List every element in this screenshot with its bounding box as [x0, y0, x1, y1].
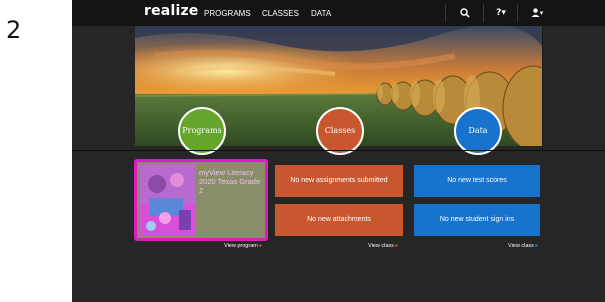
- view-program-label: View program: [224, 243, 258, 249]
- view-class-label: View class: [368, 243, 394, 249]
- nav-divider: [483, 4, 484, 22]
- nav-divider: [517, 4, 518, 22]
- tile-no-new-sign-ins[interactable]: No new student sign ins: [414, 204, 540, 236]
- nav-divider: [445, 4, 446, 22]
- chevron-right-icon: ▸: [395, 243, 399, 249]
- program-card-myview-literacy[interactable]: myView Literacy 2020 Texas Grade 2: [134, 159, 268, 241]
- tile-no-new-assignments[interactable]: No new assignments submitted: [275, 165, 403, 197]
- view-program-link[interactable]: View program ▸: [224, 242, 262, 249]
- chevron-right-icon: ▸: [535, 243, 539, 249]
- search-icon[interactable]: [455, 5, 475, 21]
- nav-programs[interactable]: PROGRAMS: [204, 9, 251, 18]
- app-screen: realize PROGRAMS CLASSES DATA ?▾ ▾ Progr…: [72, 0, 605, 302]
- nav-data[interactable]: DATA: [311, 9, 331, 18]
- classes-button[interactable]: Classes: [316, 107, 364, 155]
- view-class-link[interactable]: View class ▸: [368, 242, 398, 249]
- view-class-label: View class: [508, 243, 534, 249]
- top-navbar: realize PROGRAMS CLASSES DATA ?▾ ▾: [72, 0, 605, 26]
- hero-edge: [542, 26, 543, 150]
- chevron-right-icon: ▸: [259, 243, 263, 249]
- realize-logo[interactable]: realize: [144, 3, 199, 19]
- view-data-class-link[interactable]: View class ▸: [508, 242, 538, 249]
- tile-no-new-attachments[interactable]: No new attachments: [275, 204, 403, 236]
- program-title[interactable]: myView Literacy 2020 Texas Grade 2: [199, 168, 265, 195]
- tile-no-new-test-scores[interactable]: No new test scores: [414, 165, 540, 197]
- program-cover-image: [139, 164, 195, 236]
- data-button[interactable]: Data: [454, 107, 502, 155]
- user-menu-chevron: ▾: [539, 9, 544, 17]
- section-divider: [72, 150, 605, 151]
- programs-button[interactable]: Programs: [178, 107, 226, 155]
- step-number: 2: [6, 16, 22, 44]
- help-icon[interactable]: ?▾: [489, 5, 513, 21]
- nav-classes[interactable]: CLASSES: [262, 9, 299, 18]
- user-icon[interactable]: ▾: [525, 5, 549, 21]
